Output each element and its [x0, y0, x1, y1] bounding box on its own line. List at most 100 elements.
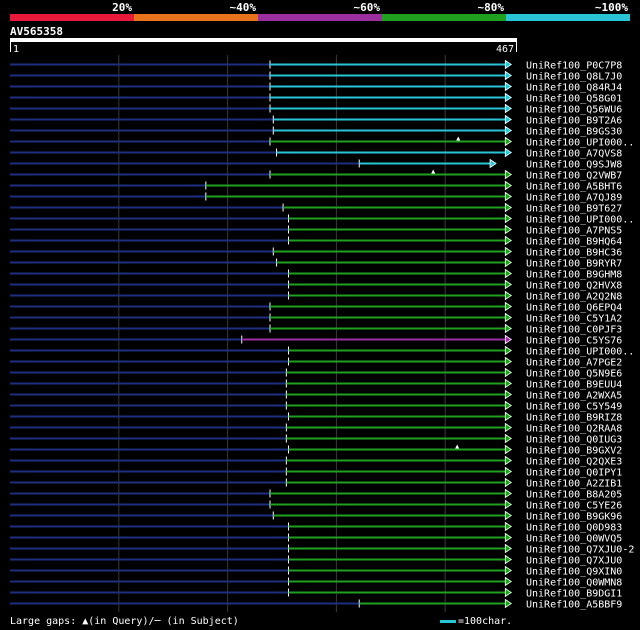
- identity-legend-label: ~100%: [595, 1, 628, 14]
- hit-label: UniRef100_B9RIZ8: [526, 413, 622, 424]
- hit-arrow: [504, 510, 513, 521]
- hit-arrow: [504, 103, 513, 114]
- hit-label: UniRef100_Q7XJU0: [526, 556, 622, 567]
- hit-label: UniRef100_A7PNS5: [526, 226, 622, 237]
- hit-arrow: [504, 334, 513, 345]
- hit-label: UniRef100_C0PJF3: [526, 325, 622, 336]
- hit-arrow: [504, 367, 513, 378]
- hit-arrow: [504, 224, 513, 235]
- hit-label: UniRef100_B9GS30: [526, 127, 622, 138]
- hit-arrow: [504, 477, 513, 488]
- hit-label: UniRef100_UPI000..: [526, 347, 634, 358]
- hit-label: UniRef100_B9T2A6: [526, 116, 622, 127]
- hit-arrow: [504, 136, 513, 147]
- hit-arrow: [504, 422, 513, 433]
- hit-arrow: [504, 246, 513, 257]
- hit-label: UniRef100_A7QJ89: [526, 193, 622, 204]
- hit-label: UniRef100_Q58G01: [526, 94, 622, 105]
- hit-arrow: [504, 565, 513, 576]
- hit-label: UniRef100_B9T627: [526, 204, 622, 215]
- hit-label: UniRef100_C5Y1A2: [526, 314, 622, 325]
- gap-marker: [455, 444, 460, 449]
- hit-arrow: [504, 257, 513, 268]
- hit-arrow: [504, 202, 513, 213]
- hit-label: UniRef100_Q2VWB7: [526, 171, 622, 182]
- hit-label: UniRef100_Q56WU6: [526, 105, 622, 116]
- hit-arrow: [504, 213, 513, 224]
- identity-legend-segment: [10, 14, 134, 21]
- hit-arrow: [504, 400, 513, 411]
- query-end-label: 467: [496, 44, 514, 55]
- hit-label: UniRef100_Q5N9E6: [526, 369, 622, 380]
- hit-label: UniRef100_Q0IPY1: [526, 468, 622, 479]
- hit-label: UniRef100_Q7XJU0-2: [526, 545, 634, 556]
- hit-arrow: [504, 488, 513, 499]
- hit-label: UniRef100_B9GK96: [526, 512, 622, 523]
- hit-arrow: [504, 59, 513, 70]
- hit-arrow: [504, 323, 513, 334]
- hit-arrow: [504, 191, 513, 202]
- hit-label: UniRef100_Q2HVX8: [526, 281, 622, 292]
- hit-label: UniRef100_Q0WVQ5: [526, 534, 622, 545]
- identity-legend-segment: [506, 14, 630, 21]
- hit-arrow: [504, 598, 513, 609]
- hit-label: UniRef100_B9EUU4: [526, 380, 622, 391]
- hit-arrow: [504, 576, 513, 587]
- identity-legend-segment: [382, 14, 506, 21]
- hit-arrow: [504, 554, 513, 565]
- hit-label: UniRef100_B9HQ64: [526, 237, 622, 248]
- hit-label: UniRef100_B9GHM8: [526, 270, 622, 281]
- hit-arrow: [504, 444, 513, 455]
- hit-arrow: [504, 543, 513, 554]
- hit-arrow: [504, 301, 513, 312]
- hit-label: UniRef100_A5BBF9: [526, 600, 622, 611]
- identity-legend-segment: [134, 14, 258, 21]
- hit-label: UniRef100_Q0WMN8: [526, 578, 622, 589]
- hit-arrow: [504, 125, 513, 136]
- gap-legend: Large gaps: ▲(in Query)/─ (in Subject): [10, 616, 239, 627]
- hit-label: UniRef100_UPI000..: [526, 138, 634, 149]
- hit-arrow: [504, 587, 513, 598]
- hit-label: UniRef100_Q6EPQ4: [526, 303, 622, 314]
- hit-arrow: [489, 158, 497, 169]
- hit-label: UniRef100_B9HC36: [526, 248, 622, 259]
- identity-legend-label: ~40%: [230, 1, 257, 14]
- hit-arrow: [504, 411, 513, 422]
- hit-label: UniRef100_Q0D983: [526, 523, 622, 534]
- query-name: AV565358: [10, 25, 63, 38]
- hit-arrow: [504, 147, 513, 158]
- gap-marker: [431, 169, 436, 174]
- hit-label: UniRef100_P0C7P8: [526, 61, 622, 72]
- hit-arrow: [504, 290, 513, 301]
- hit-arrow: [504, 235, 513, 246]
- identity-legend-segment: [258, 14, 382, 21]
- hit-arrow: [504, 433, 513, 444]
- hit-label: UniRef100_A2ZIB1: [526, 479, 622, 490]
- identity-legend-label: ~60%: [354, 1, 381, 14]
- hit-label: UniRef100_C5YE26: [526, 501, 622, 512]
- hit-label: UniRef100_Q0IUG3: [526, 435, 622, 446]
- hit-arrow: [504, 356, 513, 367]
- hit-arrow: [504, 499, 513, 510]
- hit-label: UniRef100_A7PGE2: [526, 358, 622, 369]
- hit-label: UniRef100_Q84RJ4: [526, 83, 622, 94]
- hit-arrow: [504, 169, 513, 180]
- hit-arrow: [504, 279, 513, 290]
- hit-arrow: [504, 466, 513, 477]
- hit-label: UniRef100_C5Y549: [526, 402, 622, 413]
- hit-label: UniRef100_Q2RAA8: [526, 424, 622, 435]
- hit-arrow: [504, 455, 513, 466]
- hit-arrow: [504, 389, 513, 400]
- hit-label: UniRef100_A7QVS8: [526, 149, 622, 160]
- hit-arrow: [504, 532, 513, 543]
- hit-label: UniRef100_Q9SJW8: [526, 160, 622, 171]
- hit-arrow: [504, 345, 513, 356]
- hit-arrow: [504, 268, 513, 279]
- hit-label: UniRef100_A2Q2N8: [526, 292, 622, 303]
- scale-bar: [440, 619, 456, 623]
- hit-label: UniRef100_B9DGI1: [526, 589, 622, 600]
- gap-marker: [456, 136, 461, 141]
- identity-legend-label: 20%: [112, 1, 132, 14]
- hit-arrow: [504, 92, 513, 103]
- hit-arrow: [504, 180, 513, 191]
